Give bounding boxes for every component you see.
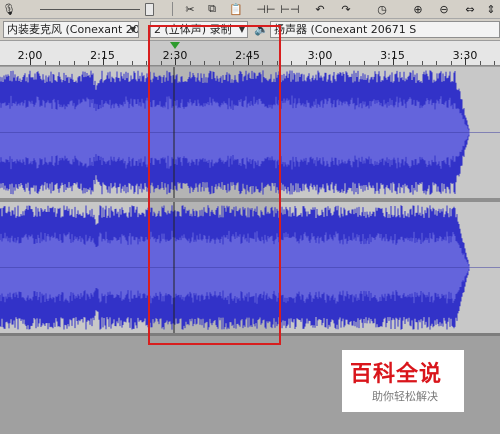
output-device-select[interactable]: 扬声器 (Conexant 20671 S xyxy=(270,21,500,38)
ruler-minor-tick xyxy=(88,61,89,65)
ruler-minor-tick xyxy=(378,61,379,65)
ruler-major-tick xyxy=(465,57,466,65)
zoom-in-icon[interactable]: ⊕ xyxy=(410,1,426,17)
ruler-minor-tick xyxy=(407,61,408,65)
ruler-minor-tick xyxy=(44,61,46,65)
ruler-minor-tick xyxy=(73,61,75,65)
watermark-title: 百科全说 xyxy=(350,362,443,387)
ruler-minor-tick xyxy=(59,61,60,65)
ruler-minor-tick xyxy=(479,61,481,65)
ruler-minor-tick xyxy=(436,61,437,65)
ruler-minor-tick xyxy=(450,61,452,65)
selection-highlight-box xyxy=(148,25,281,345)
ruler-major-tick xyxy=(320,57,321,65)
ruler-minor-tick xyxy=(131,61,133,65)
silence-icon[interactable]: ⊢⊣ xyxy=(280,1,299,17)
ruler-minor-tick xyxy=(363,61,365,65)
ruler-major-tick xyxy=(392,57,394,65)
trim-icon[interactable]: ⊣⊢ xyxy=(256,1,275,17)
fit-project-icon[interactable]: ⇕ xyxy=(484,1,498,17)
ruler-minor-tick xyxy=(349,61,350,65)
redo-icon[interactable]: ↷ xyxy=(338,1,354,17)
toolbar: 🎙 ✂ ⧉ 📋 ⊣⊢ ⊢⊣ ↶ ↷ ◷ ⊕ ⊖ ⇔ ⇕ xyxy=(0,0,500,19)
volume-slider-knob[interactable] xyxy=(145,3,154,16)
copy-icon[interactable]: ⧉ xyxy=(204,1,220,17)
cut-icon[interactable]: ✂ xyxy=(182,1,198,17)
mic-icon[interactable]: 🎙 xyxy=(2,1,16,17)
ruler-minor-tick xyxy=(494,61,495,65)
ruler-minor-tick xyxy=(334,61,336,65)
volume-slider-track[interactable] xyxy=(40,9,140,10)
input-device-select[interactable]: 内装麦克风 (Conexant 206 ▼ xyxy=(3,21,139,38)
ruler-minor-tick xyxy=(117,61,118,65)
toolbar-separator xyxy=(172,2,173,16)
paste-icon[interactable]: 📋 xyxy=(228,1,244,17)
sync-lock-icon[interactable]: ◷ xyxy=(374,1,390,17)
ruler-major-tick xyxy=(30,57,31,65)
output-device-label: 扬声器 (Conexant 20671 S xyxy=(274,23,417,36)
ruler-minor-tick xyxy=(421,61,423,65)
ruler-minor-tick xyxy=(305,61,307,65)
watermark-logo: 百科全说 助你轻松解决 xyxy=(342,350,464,412)
chevron-down-icon: ▼ xyxy=(129,25,136,34)
undo-icon[interactable]: ↶ xyxy=(312,1,328,17)
watermark-subtitle: 助你轻松解决 xyxy=(372,390,438,403)
ruler-major-tick xyxy=(102,57,104,65)
zoom-out-icon[interactable]: ⊖ xyxy=(436,1,452,17)
ruler-minor-tick xyxy=(146,61,147,65)
input-device-label: 内装麦克风 (Conexant 206 xyxy=(7,23,139,36)
fit-selection-icon[interactable]: ⇔ xyxy=(462,1,478,17)
ruler-minor-tick xyxy=(291,61,292,65)
